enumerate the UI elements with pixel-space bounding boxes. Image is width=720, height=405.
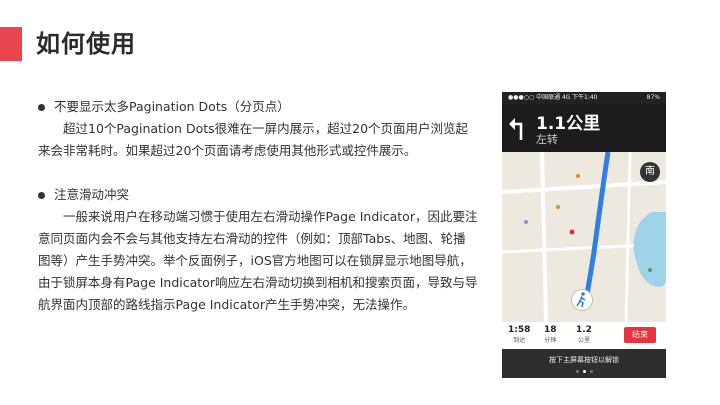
slide-title: 如何使用 bbox=[36, 30, 136, 58]
duration-value: 18 bbox=[544, 325, 557, 335]
section-body: 超过10个Pagination Dots很难在一屏内展示，超过20个页面用户浏览… bbox=[38, 121, 469, 158]
lock-screen-bar: 按下主屏幕按钮以解锁 bbox=[502, 349, 666, 378]
arrival-stat: 1:58 到达 bbox=[508, 325, 530, 345]
section-body: 一般来说用户在移动端习惯于使用左右滑动操作Page Indicator，因此要注… bbox=[38, 209, 478, 312]
turn-instruction: 左转 bbox=[536, 133, 558, 146]
slide-content: 不要显示太多Pagination Dots（分页点） 超过10个Paginati… bbox=[38, 96, 478, 338]
duration-label: 分钟 bbox=[544, 337, 557, 344]
bullet-heading: 不要显示太多Pagination Dots（分页点） bbox=[54, 99, 290, 114]
distance-value: 1.2 bbox=[576, 325, 592, 335]
page-dot bbox=[589, 370, 593, 373]
distance-label: 公里 bbox=[577, 337, 590, 344]
compass-button[interactable]: 南 bbox=[640, 162, 660, 182]
navigation-banner[interactable]: 1.1公里 左转 bbox=[502, 104, 666, 168]
end-navigation-button[interactable]: 结束 bbox=[624, 327, 656, 343]
bullet-item: 注意滑动冲突 bbox=[38, 184, 478, 206]
section-pagination-dots: 不要显示太多Pagination Dots（分页点） 超过10个Paginati… bbox=[38, 96, 478, 162]
page-dot bbox=[582, 370, 586, 373]
page-dot bbox=[575, 370, 579, 373]
bullet-dot-icon bbox=[38, 103, 45, 111]
arrival-label: 到达 bbox=[513, 337, 526, 344]
unlock-hint: 按下主屏幕按钮以解锁 bbox=[549, 356, 619, 364]
lockscreen-page-indicator[interactable] bbox=[502, 370, 666, 376]
status-time: 下午1:40 bbox=[572, 94, 598, 101]
map-view[interactable]: 南 bbox=[502, 152, 666, 322]
title-accent-bar bbox=[0, 27, 22, 61]
turn-left-icon bbox=[509, 118, 523, 140]
arrival-time: 1:58 bbox=[508, 325, 531, 335]
bullet-heading: 注意滑动冲突 bbox=[54, 187, 130, 202]
walking-icon[interactable] bbox=[571, 289, 593, 311]
carrier-label: ●●●○○ 中国联通 4G bbox=[508, 94, 571, 101]
duration-stat: 18 分钟 bbox=[544, 325, 557, 345]
bullet-item: 不要显示太多Pagination Dots（分页点） bbox=[38, 96, 478, 118]
bullet-dot-icon bbox=[38, 191, 45, 199]
status-bar: ●●●○○ 中国联通 4G 下午1:40 87% bbox=[502, 92, 666, 104]
phone-screenshot: ●●●○○ 中国联通 4G 下午1:40 87% 1.1公里 左转 南 1:58… bbox=[502, 92, 666, 378]
distance-stat: 1.2 公里 bbox=[576, 325, 592, 345]
trip-summary: 1:58 到达 18 分钟 1.2 公里 结束 bbox=[502, 322, 666, 349]
section-swipe-conflict: 注意滑动冲突 一般来说用户在移动端习惯于使用左右滑动操作Page Indicat… bbox=[38, 184, 478, 316]
battery-label: 87% bbox=[646, 94, 660, 101]
